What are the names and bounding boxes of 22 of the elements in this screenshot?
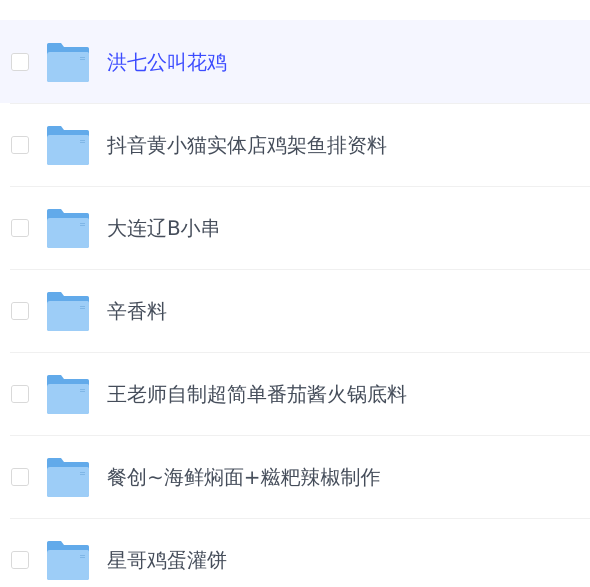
- folder-name[interactable]: 洪七公叫花鸡: [107, 46, 227, 76]
- checkbox[interactable]: [11, 52, 29, 70]
- checkbox[interactable]: [11, 385, 29, 403]
- folder-icon: [46, 42, 90, 82]
- checkbox[interactable]: [11, 136, 29, 154]
- folder-icon: [46, 457, 90, 497]
- folder-name[interactable]: 星哥鸡蛋灌饼: [107, 545, 227, 575]
- folder-icon: [46, 374, 90, 414]
- folder-icon: [46, 125, 90, 165]
- checkbox[interactable]: [11, 219, 29, 237]
- folder-name[interactable]: 王老师自制超简单番茄酱火锅底料: [107, 379, 407, 409]
- checkbox[interactable]: [11, 468, 29, 486]
- checkbox[interactable]: [11, 302, 29, 320]
- file-row[interactable]: 洪七公叫花鸡: [0, 20, 590, 103]
- folder-icon: [46, 540, 90, 580]
- folder-name[interactable]: 辛香料: [107, 296, 167, 326]
- folder-name[interactable]: 大连辽B小串: [107, 213, 221, 243]
- folder-name[interactable]: 餐创~海鲜焖面+糍粑辣椒制作: [107, 462, 381, 492]
- checkbox[interactable]: [11, 551, 29, 569]
- folder-name[interactable]: 抖音黄小猫实体店鸡架鱼排资料: [107, 130, 387, 160]
- folder-icon: [46, 208, 90, 248]
- folder-icon: [46, 291, 90, 331]
